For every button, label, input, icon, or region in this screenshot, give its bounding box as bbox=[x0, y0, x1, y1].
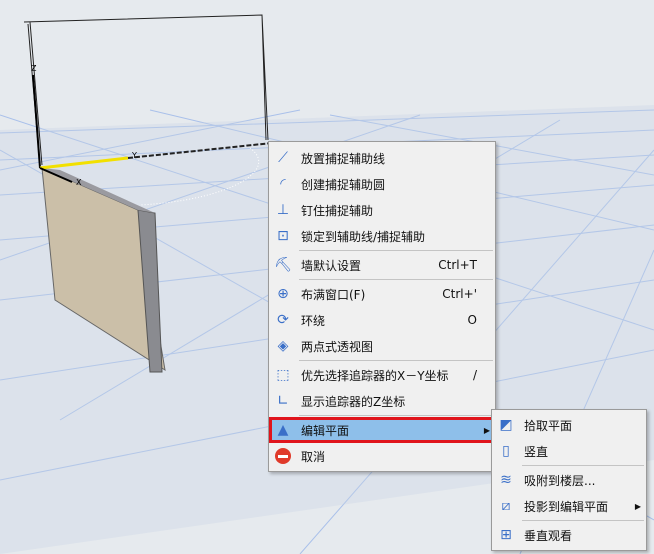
menu-item-label: 布满窗口(F) bbox=[301, 287, 366, 302]
menu-item-cancel[interactable]: 取消 bbox=[269, 443, 495, 469]
menu-separator bbox=[299, 279, 493, 280]
pick-plane-icon: ◩ bbox=[499, 417, 513, 433]
menu-item-vertical[interactable]: ▯ 竖直 bbox=[492, 438, 646, 464]
menu-item-label: 取消 bbox=[301, 449, 326, 464]
edit-plane-icon: ▲ bbox=[277, 422, 289, 438]
menu-item-label: 墙默认设置 bbox=[301, 258, 362, 273]
menu-item-pick-plane[interactable]: ◩ 拾取平面 bbox=[492, 412, 646, 438]
menu-item-project-to-plane[interactable]: ⧄ 投影到编辑平面 ▶ bbox=[492, 493, 646, 519]
menu-item-label: 编辑平面 bbox=[301, 423, 350, 438]
menu-item-snap-to-story[interactable]: ≋ 吸附到楼层... bbox=[492, 467, 646, 493]
cancel-icon bbox=[273, 446, 293, 466]
menu-item-z-coordinate[interactable]: ∟ 显示追踪器的Z坐标 bbox=[269, 388, 495, 414]
menu-item-create-guide-circle[interactable]: ◜ 创建捕捉辅助圆 bbox=[269, 171, 495, 197]
shortcut-label: / bbox=[472, 368, 477, 382]
edit-plane-submenu: ◩ 拾取平面 ▯ 竖直 ≋ 吸附到楼层... ⧄ 投影到编辑平面 ▶ ⊞ 垂直观看 bbox=[491, 409, 647, 551]
menu-item-pin-guide[interactable]: ⊥ 钉住捕捉辅助 bbox=[269, 197, 495, 223]
menu-separator bbox=[299, 360, 493, 361]
menu-item-label: 环绕 bbox=[301, 313, 326, 328]
menu-item-label: 显示追踪器的Z坐标 bbox=[301, 394, 406, 409]
lock-to-guide-icon: ⊡ bbox=[277, 228, 289, 244]
menu-separator bbox=[522, 465, 644, 466]
menu-item-label: 拾取平面 bbox=[524, 418, 573, 433]
menu-separator bbox=[522, 520, 644, 521]
axis-label-z: Z bbox=[31, 64, 37, 73]
menu-item-edit-plane[interactable]: ▲ 编辑平面 ▶ bbox=[269, 417, 495, 443]
menu-item-label: 垂直观看 bbox=[524, 528, 573, 543]
menu-item-lock-to-guide[interactable]: ⊡ 锁定到辅助线/捕捉辅助 bbox=[269, 223, 495, 249]
pin-guide-icon: ⊥ bbox=[276, 202, 290, 218]
project-to-plane-icon: ⧄ bbox=[501, 498, 511, 514]
menu-item-orbit[interactable]: ⟳ 环绕 O bbox=[269, 307, 495, 333]
orbit-icon: ⟳ bbox=[277, 312, 289, 328]
wall-settings-icon: ⛏ bbox=[274, 257, 292, 273]
vertical-icon: ▯ bbox=[502, 443, 510, 459]
menu-item-wall-settings[interactable]: ⛏ 墙默认设置 Ctrl+T bbox=[269, 252, 495, 278]
menu-item-label: 优先选择追踪器的X－Y坐标 bbox=[301, 368, 449, 383]
menu-item-label: 两点式透视图 bbox=[301, 339, 374, 354]
create-guide-circle-icon: ◜ bbox=[280, 176, 286, 192]
xy-coordinates-icon: ⬚ bbox=[276, 367, 290, 383]
menu-item-two-point-perspective[interactable]: ◈ 两点式透视图 bbox=[269, 333, 495, 359]
shortcut-label: Ctrl+' bbox=[442, 287, 477, 301]
submenu-arrow-icon: ▶ bbox=[634, 501, 641, 511]
z-coordinate-icon: ∟ bbox=[277, 393, 289, 409]
shortcut-label: O bbox=[467, 313, 477, 327]
menu-item-label: 放置捕捉辅助线 bbox=[301, 151, 386, 166]
axis-label-y: Y bbox=[131, 151, 137, 160]
snap-to-story-icon: ≋ bbox=[500, 472, 512, 488]
fit-window-icon: ⊕ bbox=[277, 286, 289, 302]
menu-item-label: 钉住捕捉辅助 bbox=[301, 203, 374, 218]
menu-item-xy-coordinates[interactable]: ⬚ 优先选择追踪器的X－Y坐标 / bbox=[269, 362, 495, 388]
menu-item-label: 投影到编辑平面 bbox=[524, 499, 609, 514]
menu-item-label: 创建捕捉辅助圆 bbox=[301, 177, 386, 192]
menu-item-view-perpendicular[interactable]: ⊞ 垂直观看 bbox=[492, 522, 646, 548]
menu-separator bbox=[299, 415, 493, 416]
menu-item-place-guide-line[interactable]: ⟋ 放置捕捉辅助线 bbox=[269, 145, 495, 171]
menu-item-fit-window[interactable]: ⊕ 布满窗口(F) Ctrl+' bbox=[269, 281, 495, 307]
view-perpendicular-icon: ⊞ bbox=[500, 527, 512, 543]
submenu-arrow-icon: ▶ bbox=[483, 425, 490, 435]
place-guide-line-icon: ⟋ bbox=[278, 150, 288, 166]
shortcut-label: Ctrl+T bbox=[438, 258, 477, 272]
menu-item-label: 吸附到楼层... bbox=[524, 473, 596, 488]
two-point-perspective-icon: ◈ bbox=[277, 338, 289, 354]
axis-label-x: X bbox=[76, 178, 82, 187]
menu-separator bbox=[299, 250, 493, 251]
menu-item-label: 锁定到辅助线/捕捉辅助 bbox=[301, 229, 426, 244]
context-menu: ⟋ 放置捕捉辅助线 ◜ 创建捕捉辅助圆 ⊥ 钉住捕捉辅助 ⊡ 锁定到辅助线/捕捉辅助 ⛏ 墙默认设… bbox=[268, 141, 496, 472]
menu-item-label: 竖直 bbox=[524, 444, 549, 459]
